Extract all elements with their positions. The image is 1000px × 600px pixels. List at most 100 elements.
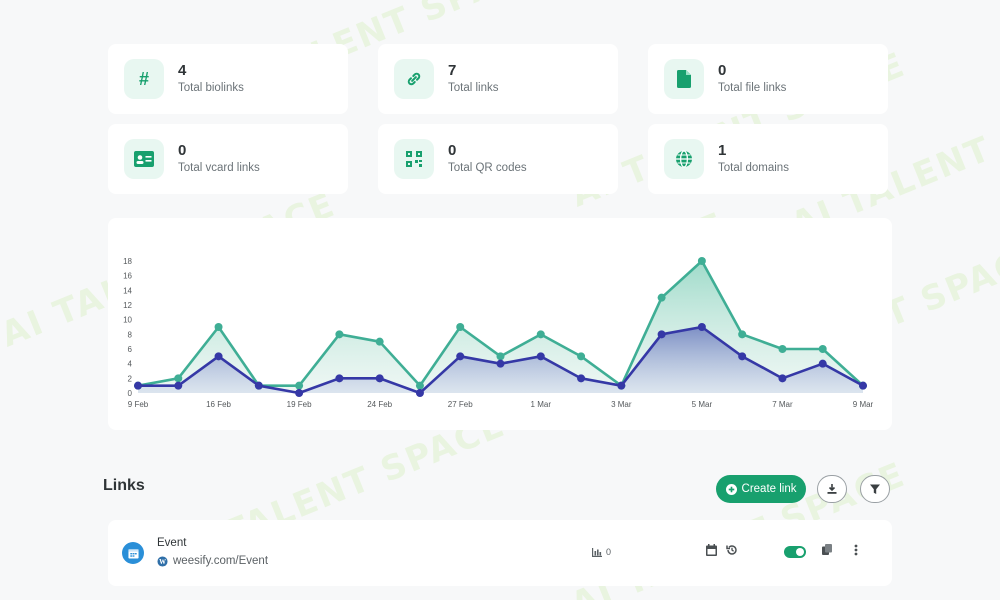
stat-label: Total links: [448, 82, 499, 94]
hash-icon: #: [124, 59, 164, 99]
series-1-point[interactable]: [778, 374, 787, 383]
x-tick-label: 27 Feb: [448, 400, 473, 409]
series-0-point[interactable]: [214, 323, 223, 331]
y-tick-label: 16: [123, 272, 132, 281]
x-tick-label: 16 Feb: [206, 400, 231, 409]
x-tick-label: 24 Feb: [367, 400, 392, 409]
schedule-calendar-icon[interactable]: [706, 544, 717, 556]
series-1-point[interactable]: [536, 352, 545, 361]
stat-value: 0: [718, 62, 727, 79]
stat-value: 4: [178, 62, 187, 79]
x-tick-label: 3 Mar: [611, 400, 632, 409]
stat-card-biolinks[interactable]: # 4 Total biolinks: [108, 44, 348, 114]
link-row[interactable]: Event W weesify.com/Event 0: [108, 520, 892, 586]
stat-value: 1: [718, 142, 727, 159]
series-1-point[interactable]: [657, 330, 666, 339]
qr-icon: [394, 139, 434, 179]
x-tick-label: 5 Mar: [692, 400, 713, 409]
svg-text:W: W: [159, 558, 166, 565]
series-1-point[interactable]: [577, 374, 586, 383]
stat-value: 7: [448, 62, 457, 79]
series-0-point[interactable]: [415, 381, 424, 390]
series-0-point[interactable]: [295, 381, 304, 390]
y-tick-label: 6: [128, 345, 133, 354]
series-1-point[interactable]: [859, 381, 867, 390]
links-title: Links: [103, 477, 145, 494]
series-0-point[interactable]: [738, 330, 747, 339]
series-1-point[interactable]: [375, 374, 384, 383]
series-0-point[interactable]: [496, 352, 505, 361]
chart-svg: 0 2 4 6 8 10 12 14 16 18 9 Feb 16 Feb 19 Feb 24 Feb 27…: [123, 257, 874, 409]
x-tick-label: 19 Feb: [287, 400, 312, 409]
series-1-point[interactable]: [697, 323, 706, 331]
series-0-point[interactable]: [174, 374, 183, 383]
series-0-point[interactable]: [375, 337, 384, 346]
x-tick-label: 9 Mar: [853, 400, 874, 409]
y-tick-label: 8: [128, 330, 133, 339]
link-url[interactable]: weesify.com/Event: [173, 555, 268, 567]
stat-card-links[interactable]: 7 Total links: [378, 44, 618, 114]
link-clicks[interactable]: 0: [592, 547, 611, 557]
series-0-point[interactable]: [778, 345, 787, 353]
stat-value: 0: [178, 142, 187, 159]
series-1-point[interactable]: [415, 389, 424, 397]
series-1-point[interactable]: [456, 352, 465, 361]
series-1-point[interactable]: [174, 381, 183, 390]
series-0-point[interactable]: [456, 323, 465, 331]
series-0-point[interactable]: [657, 293, 666, 302]
y-tick-label: 12: [123, 301, 132, 310]
link-icon: [394, 59, 434, 99]
bar-chart-icon: [592, 547, 602, 557]
y-tick-label: 14: [123, 286, 132, 295]
create-link-label: Create link: [741, 483, 797, 495]
stat-card-domains[interactable]: 1 Total domains: [648, 124, 888, 194]
stat-card-file-links[interactable]: 0 Total file links: [648, 44, 888, 114]
create-link-button[interactable]: Create link: [716, 475, 806, 503]
series-0-point[interactable]: [577, 352, 586, 361]
more-options-icon[interactable]: [854, 544, 858, 556]
series-1-point[interactable]: [738, 352, 747, 361]
link-enabled-toggle[interactable]: [784, 546, 806, 558]
y-tick-label: 18: [123, 257, 132, 266]
stat-card-vcard[interactable]: 0 Total vcard links: [108, 124, 348, 194]
series-0-point[interactable]: [335, 330, 344, 339]
series-1-point[interactable]: [496, 359, 505, 368]
y-tick-label: 4: [128, 360, 133, 369]
stat-label: Total domains: [718, 162, 789, 174]
globe-icon: [664, 139, 704, 179]
stat-value: 0: [448, 142, 457, 159]
copy-icon[interactable]: [822, 544, 832, 555]
y-tick-label: 2: [128, 374, 133, 383]
series-0-point[interactable]: [697, 257, 706, 265]
stat-label: Total file links: [718, 82, 787, 94]
link-url-wrap: W weesify.com/Event: [157, 555, 268, 567]
y-tick-label: 0: [128, 389, 133, 398]
series-0-point[interactable]: [818, 345, 827, 353]
series-1-point[interactable]: [617, 381, 626, 390]
plus-circle-icon: [725, 483, 737, 495]
x-tick-label: 9 Feb: [128, 400, 149, 409]
series-1-point[interactable]: [134, 381, 142, 390]
series-1-point[interactable]: [254, 381, 263, 390]
calendar-icon: [122, 542, 144, 564]
vcard-icon: [124, 139, 164, 179]
history-icon[interactable]: [726, 544, 738, 556]
series-1-point[interactable]: [295, 389, 304, 397]
stat-label: Total vcard links: [178, 162, 260, 174]
link-name[interactable]: Event: [157, 537, 186, 549]
export-button[interactable]: [817, 475, 847, 503]
download-icon: [827, 484, 837, 494]
x-tick-label: 7 Mar: [772, 400, 793, 409]
statistics-chart: 0 2 4 6 8 10 12 14 16 18 9 Feb 16 Feb 19 Feb 24 Feb 27…: [108, 218, 892, 430]
series-1-point[interactable]: [214, 352, 223, 361]
series-0-point[interactable]: [536, 330, 545, 339]
series-1-point[interactable]: [818, 359, 827, 368]
stat-label: Total biolinks: [178, 82, 244, 94]
series-1-point[interactable]: [335, 374, 344, 383]
link-clicks-count: 0: [606, 547, 612, 557]
file-icon: [664, 59, 704, 99]
y-tick-label: 10: [123, 316, 132, 325]
filter-button[interactable]: [860, 475, 890, 503]
stat-card-qr[interactable]: 0 Total QR codes: [378, 124, 618, 194]
x-tick-label: 1 Mar: [531, 400, 552, 409]
